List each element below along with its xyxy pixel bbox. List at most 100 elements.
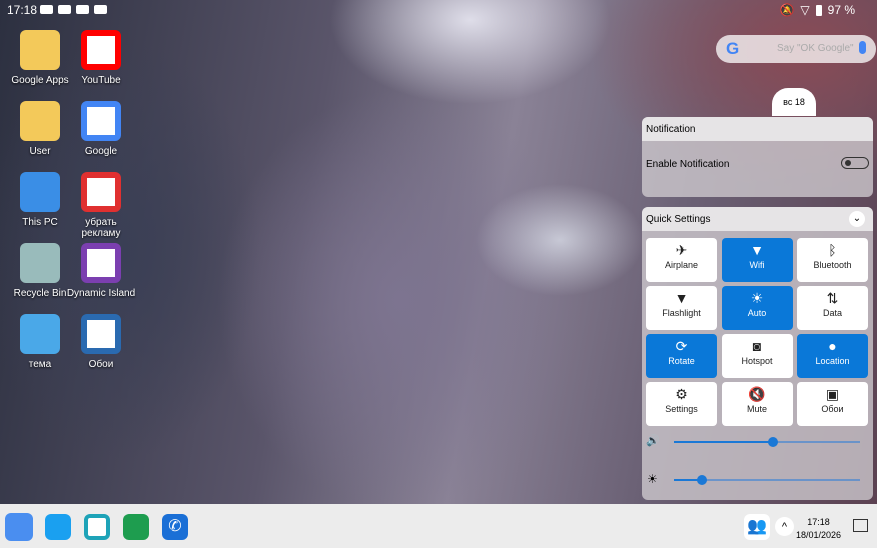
- wifi-icon: ▽: [800, 3, 810, 17]
- battery-level: 97 %: [827, 3, 855, 17]
- desktop-icon-label: YouTube: [81, 75, 121, 86]
- quick-settings-header: Quick Settings ⌄: [642, 207, 873, 231]
- tile-label: Settings: [665, 404, 698, 414]
- notification-header: Notification: [642, 117, 873, 141]
- quick-tile-rotate[interactable]: ⟳ Rotate: [646, 334, 717, 378]
- quick-tile-mute[interactable]: 🔇 Mute: [721, 382, 793, 426]
- google-search-bar[interactable]: G Say "OK Google": [716, 35, 876, 63]
- desktop-icon[interactable]: Google: [66, 101, 136, 157]
- quick-tile-wifi[interactable]: ▼ Wifi: [721, 238, 793, 282]
- youtube-notification-icon: [40, 5, 53, 14]
- location-icon: ●: [828, 338, 837, 354]
- desktop-icon[interactable]: Обои: [66, 314, 136, 370]
- youtube-icon: [81, 30, 121, 70]
- desktop-icon-label: Google: [84, 146, 118, 157]
- quick-tile-settings[interactable]: ⚙ Settings: [646, 382, 717, 426]
- notification-panel: Notification Enable Notification: [642, 117, 873, 197]
- microphone-icon[interactable]: [859, 41, 866, 54]
- status-time: 17:18: [7, 3, 38, 17]
- brightness-icon: ☀: [647, 472, 658, 486]
- desktop-icon[interactable]: Dynamic Island: [66, 243, 136, 299]
- desktop-icon-label: Dynamic Island: [66, 288, 136, 299]
- desktop-icon-label: Google Apps: [11, 75, 69, 86]
- desktop-icon[interactable]: Google Apps: [5, 30, 75, 86]
- browser-app-icon[interactable]: [45, 514, 71, 540]
- date-badge-text: вс 18: [783, 97, 805, 107]
- tile-label: Hotspot: [741, 356, 773, 366]
- chevron-up-icon[interactable]: ^: [775, 517, 794, 536]
- quick-tile-flashlight[interactable]: ▼ Flashlight: [646, 286, 717, 330]
- desktop-icon-label: Обои: [88, 359, 114, 370]
- google-icon: [81, 101, 121, 141]
- tile-label: Data: [822, 308, 842, 318]
- quick-settings-title: Quick Settings: [646, 214, 711, 225]
- battery-icon: [815, 4, 822, 16]
- bluetooth-icon: ᛒ: [828, 242, 837, 258]
- enable-notification-label: Enable Notification: [646, 159, 730, 170]
- google-logo: G: [726, 39, 740, 58]
- dynamic-island-icon: [81, 243, 121, 283]
- edge-icon[interactable]: [84, 514, 110, 540]
- tile-label: Mute: [746, 404, 767, 414]
- theme-icon: [20, 314, 60, 354]
- desktop-icon[interactable]: This PC: [5, 172, 75, 228]
- quick-settings-panel: Quick Settings ⌄ ✈ Airplane ▼ Wifi ᛒ Bluetoot…: [642, 207, 873, 500]
- messages-icon[interactable]: [123, 514, 149, 540]
- youtube-notification-icon: [94, 5, 107, 14]
- quick-tile-airplane[interactable]: ✈ Airplane: [646, 238, 717, 282]
- rotate-icon: ⟳: [675, 338, 688, 354]
- search-placeholder: Say "OK Google": [777, 43, 854, 54]
- quick-tile-auto[interactable]: ☀ Auto: [721, 286, 793, 330]
- volume-icon: 🔊: [646, 435, 660, 447]
- clock-time: 17:18: [807, 517, 830, 527]
- quick-tile-hotspot[interactable]: ◙ Hotspot: [721, 334, 793, 378]
- desktop-icon[interactable]: убрать рекламу: [66, 172, 136, 239]
- quick-tile-data[interactable]: ⇅ Data: [797, 286, 868, 330]
- volume-slider[interactable]: [674, 437, 860, 447]
- chevron-down-icon[interactable]: ⌄: [849, 211, 865, 227]
- computer-icon: [20, 172, 60, 212]
- desktop-icon-label: Recycle Bin: [13, 288, 67, 299]
- people-icon[interactable]: 👥: [744, 514, 770, 540]
- desktop-icon-label: тема: [28, 359, 52, 370]
- enable-notification-toggle[interactable]: [841, 157, 869, 169]
- flashlight-icon: ▼: [674, 290, 689, 306]
- taskbar: ✆ 👥 ^ 17:18 18/01/2026: [0, 504, 877, 548]
- desktop-icon-label: This PC: [22, 217, 58, 228]
- date-badge: вс 18: [772, 88, 816, 116]
- desktop-icon-label: User: [29, 146, 51, 157]
- user-folder-icon: [20, 101, 60, 141]
- tile-label: Обои: [821, 404, 844, 414]
- wallpaper-icon: [81, 314, 121, 354]
- mute-icon: 🔕: [779, 3, 795, 17]
- desktop-icon[interactable]: Recycle Bin: [5, 243, 75, 299]
- data-icon: ⇅: [826, 290, 839, 306]
- tile-label: Bluetooth: [813, 260, 852, 270]
- desktop-icon[interactable]: YouTube: [66, 30, 136, 86]
- tile-label: Flashlight: [662, 308, 701, 318]
- taskbar-clock[interactable]: 17:18 18/01/2026: [796, 516, 841, 542]
- quick-tile-обои[interactable]: ▣ Обои: [797, 382, 868, 426]
- notification-center-icon[interactable]: [853, 519, 868, 532]
- auto-icon: ☀: [750, 290, 764, 306]
- no-ads-icon: [81, 172, 121, 212]
- mute-icon: 🔇: [748, 386, 766, 402]
- youtube-notification-icon: [76, 5, 89, 14]
- brightness-slider[interactable]: [674, 475, 860, 485]
- tile-label: Airplane: [664, 260, 699, 270]
- quick-tile-location[interactable]: ● Location: [797, 334, 868, 378]
- quick-tile-bluetooth[interactable]: ᛒ Bluetooth: [797, 238, 868, 282]
- обои-icon: ▣: [825, 386, 840, 402]
- airplane-icon: ✈: [675, 242, 688, 258]
- folder-icon: [20, 30, 60, 70]
- desktop-icon-label: убрать рекламу: [81, 217, 121, 239]
- hotspot-icon: ◙: [752, 338, 762, 354]
- recycle-bin-icon: [20, 243, 60, 283]
- youtube-notification-icon: [58, 5, 71, 14]
- start-menu-icon[interactable]: [5, 513, 33, 541]
- tile-label: Auto: [747, 308, 767, 318]
- phone-icon[interactable]: ✆: [162, 514, 188, 540]
- desktop-icon[interactable]: User: [5, 101, 75, 157]
- settings-icon: ⚙: [675, 386, 688, 402]
- desktop-icon[interactable]: тема: [5, 314, 75, 370]
